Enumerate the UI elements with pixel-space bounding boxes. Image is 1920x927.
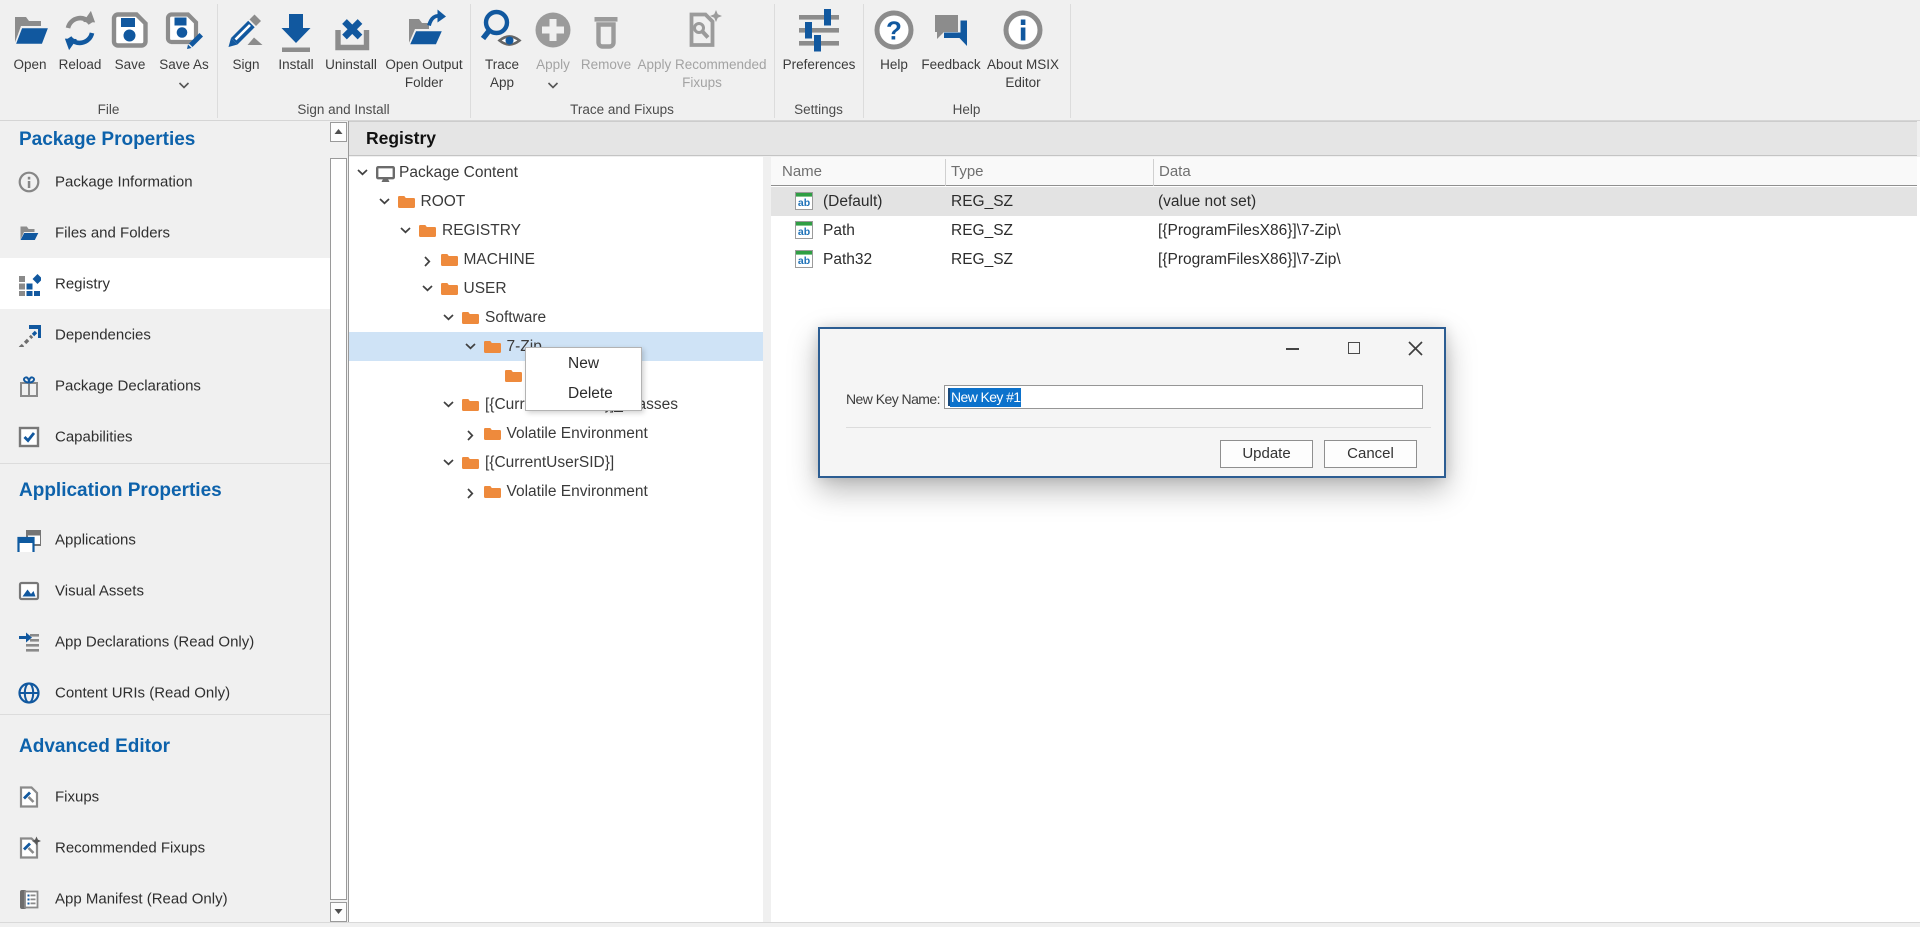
svg-text:?: ? [886, 16, 902, 46]
svg-text:ab: ab [798, 255, 810, 267]
svg-text:ab: ab [798, 197, 810, 209]
svg-text:ab: ab [798, 226, 810, 238]
